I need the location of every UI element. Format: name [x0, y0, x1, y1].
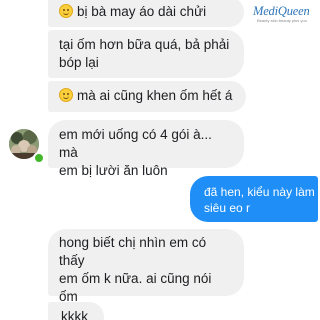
message-text-line: tại ốm hơn bữa quá, bả phải — [59, 37, 230, 52]
message-bubble[interactable]: em mới uống có 4 gói à... mà em bị lười … — [48, 120, 244, 178]
message-text-line: siêu eo r — [204, 201, 251, 215]
message-text-line: bóp lại — [59, 55, 99, 70]
brand-name: MediQueen — [253, 4, 310, 18]
sent-message-bubble[interactable]: đã hen, kiểu này làm cô dâu siêu eo r — [190, 176, 320, 222]
message-bubble[interactable]: mà ai cũng khen ốm hết á — [48, 81, 246, 112]
message-text: bị bà may áo dài chửi — [77, 4, 207, 19]
message-bubble[interactable]: tại ốm hơn bữa quá, bả phải bóp lại — [48, 30, 244, 78]
message-text-line: em mới uống có 4 gói à... mà — [59, 127, 212, 160]
message-bubble[interactable]: hong biết chị nhìn em có thấy em ốm k nữ… — [48, 229, 244, 320]
brand-tagline: Beauty skin beauty plus you — [257, 18, 307, 23]
chat-screen: MediQueen Beauty skin beauty plus you bị… — [0, 0, 320, 320]
smiling-face-emoji-icon — [59, 4, 73, 18]
online-status-indicator — [33, 152, 45, 164]
message-text: kkkk — [61, 309, 88, 320]
message-text-line: đã hen, kiểu này làm cô dâu — [204, 185, 320, 199]
message-bubble[interactable]: bị bà may áo dài chửi — [48, 0, 244, 27]
message-bubble[interactable]: kkkk — [48, 302, 104, 320]
message-text: mà ai cũng khen ốm hết á — [77, 88, 233, 103]
message-text-line: hong biết chị nhìn em có thấy — [59, 235, 207, 268]
brand-logo: MediQueen Beauty skin beauty plus you — [253, 4, 319, 34]
smiling-face-emoji-icon — [59, 88, 73, 102]
message-text-line: em ốm k nữa. ai cũng nói ốm — [59, 271, 212, 304]
